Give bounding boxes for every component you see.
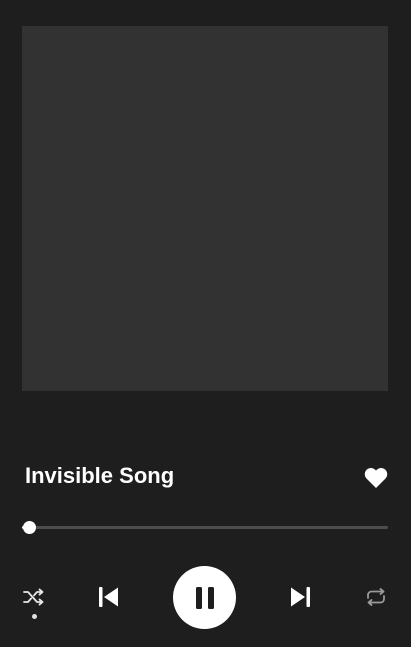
progress-track (22, 526, 388, 529)
heart-icon (364, 468, 388, 488)
progress-slider[interactable] (22, 520, 388, 536)
play-pause-button[interactable] (173, 566, 236, 629)
skip-next-icon (291, 587, 310, 607)
repeat-button[interactable] (362, 584, 390, 610)
progress-handle[interactable] (23, 521, 37, 534)
music-player: Invisible Song (0, 0, 411, 647)
next-button[interactable] (285, 581, 317, 613)
album-art (22, 26, 388, 391)
shuffle-icon (23, 588, 44, 606)
pause-icon (195, 586, 214, 609)
shuffle-button[interactable] (20, 584, 48, 610)
repeat-icon (367, 588, 385, 606)
track-title: Invisible Song (25, 463, 175, 488)
shuffle-active-indicator (32, 614, 37, 619)
previous-button[interactable] (92, 581, 124, 613)
like-button[interactable] (363, 465, 389, 491)
skip-previous-icon (99, 587, 118, 607)
